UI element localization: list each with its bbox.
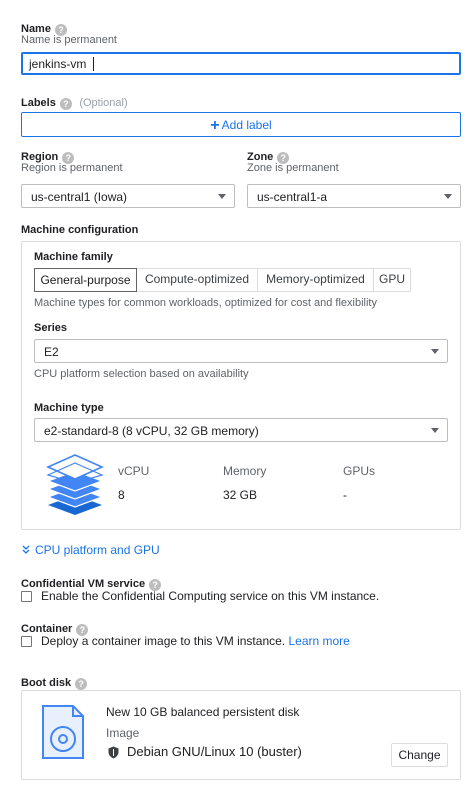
plus-icon: + <box>210 117 220 134</box>
help-icon[interactable]: ? <box>75 678 88 690</box>
confidential-checkbox[interactable] <box>21 591 32 602</box>
cpu-platform-link: CPU platform and GPU <box>35 543 160 557</box>
container-checkbox-text: Deploy a container image to this VM inst… <box>41 634 286 648</box>
series-select[interactable]: E2 <box>34 339 448 363</box>
machine-stack-icon <box>46 454 104 515</box>
vcpu-value: 8 <box>118 488 125 502</box>
gpus-label: GPUs <box>343 464 376 478</box>
change-boot-disk-button[interactable]: Change <box>391 743 448 767</box>
series-hint: CPU platform selection based on availabi… <box>34 368 249 380</box>
name-input[interactable]: jenkins-vm <box>21 52 461 75</box>
memory-value: 32 GB <box>223 488 258 502</box>
confidential-checkbox-text: Enable the Confidential Computing servic… <box>41 589 380 603</box>
add-label-text: Add label <box>221 118 272 132</box>
region-value: us-central1 (Iowa) <box>31 190 128 204</box>
machine-family-label: Machine family <box>34 251 113 263</box>
add-label-button[interactable]: + Add label <box>21 112 461 137</box>
series-label: Series <box>34 322 68 334</box>
tab-gpu[interactable]: GPU <box>374 269 410 291</box>
container-checkbox-row: Deploy a container image to this VM inst… <box>41 634 350 648</box>
name-input-value: jenkins-vm <box>29 57 87 71</box>
boot-disk-image-label: Image <box>106 726 140 740</box>
memory-label: Memory <box>223 464 267 478</box>
name-hint: Name is permanent <box>21 34 117 46</box>
text-cursor <box>93 57 94 71</box>
chevron-double-down-icon <box>22 545 30 554</box>
container-checkbox[interactable] <box>21 636 32 647</box>
tab-general-purpose[interactable]: General-purpose <box>34 268 137 292</box>
dropdown-caret-icon <box>218 194 226 199</box>
boot-disk-section: Boot disk? <box>21 673 88 691</box>
machine-family-tabs: General-purpose Compute-optimized Memory… <box>34 268 411 292</box>
labels-optional: (Optional) <box>79 97 128 109</box>
labels-label: Labels <box>21 97 56 109</box>
dropdown-caret-icon <box>444 194 452 199</box>
zone-select[interactable]: us-central1-a <box>247 184 461 208</box>
disk-icon <box>42 705 84 759</box>
machine-type-value: e2-standard-8 (8 vCPU, 32 GB memory) <box>44 424 259 438</box>
gpus-value: - <box>343 488 347 502</box>
region-select[interactable]: us-central1 (Iowa) <box>21 184 235 208</box>
labels-section: Labels? (Optional) <box>21 93 128 111</box>
boot-disk-image-value: Debian GNU/Linux 10 (buster) <box>127 744 302 759</box>
learn-more-link[interactable]: Learn more <box>288 634 349 648</box>
machine-config-card: Machine family General-purpose Compute-o… <box>21 241 461 530</box>
zone-value: us-central1-a <box>257 190 328 204</box>
shield-icon <box>108 746 119 759</box>
dropdown-caret-icon <box>431 428 439 433</box>
dropdown-caret-icon <box>431 349 439 354</box>
boot-disk-card: New 10 GB balanced persistent disk Image… <box>21 690 461 780</box>
machine-config-heading: Machine configuration <box>21 224 139 236</box>
machine-family-description: Machine types for common workloads, opti… <box>34 297 377 309</box>
machine-type-label: Machine type <box>34 402 104 414</box>
cpu-platform-toggle[interactable]: CPU platform and GPU <box>21 543 160 557</box>
boot-disk-title: New 10 GB balanced persistent disk <box>106 705 300 719</box>
tab-compute-optimized[interactable]: Compute-optimized <box>137 269 258 291</box>
boot-disk-label: Boot disk <box>21 677 72 689</box>
machine-type-select[interactable]: e2-standard-8 (8 vCPU, 32 GB memory) <box>34 418 448 442</box>
series-value: E2 <box>44 345 59 359</box>
zone-hint: Zone is permanent <box>247 162 339 174</box>
vcpu-label: vCPU <box>118 464 150 478</box>
tab-memory-optimized[interactable]: Memory-optimized <box>258 269 374 291</box>
help-icon[interactable]: ? <box>59 98 72 110</box>
region-hint: Region is permanent <box>21 162 123 174</box>
